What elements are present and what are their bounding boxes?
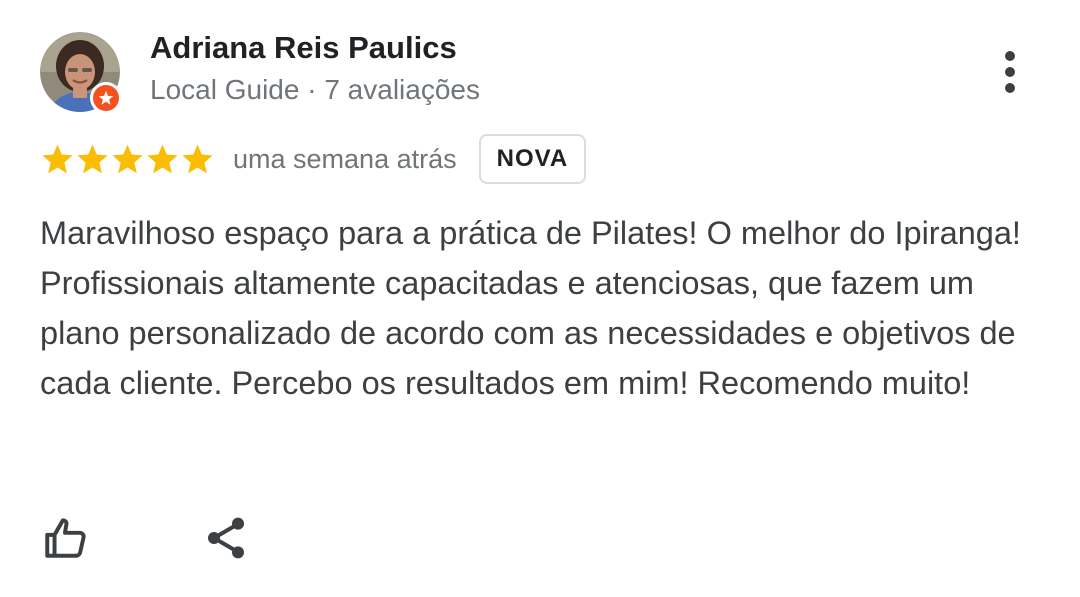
star-icon (77, 144, 108, 173)
star-icon (147, 144, 178, 173)
share-button[interactable] (196, 508, 256, 568)
local-guide-star-icon (93, 85, 119, 111)
review-text: Maravilhoso espaço para a prática de Pil… (40, 215, 1021, 401)
author-meta[interactable]: Local Guide · 7 avaliações (150, 74, 480, 106)
star-icon (42, 144, 73, 173)
more-vertical-icon-dot (1005, 67, 1015, 77)
author-name[interactable]: Adriana Reis Paulics (150, 30, 457, 66)
more-vertical-icon-dot (1005, 51, 1015, 61)
like-button[interactable] (36, 508, 96, 568)
review-card: Adriana Reis Paulics Local Guide · 7 ava… (0, 0, 1080, 597)
star-icon (182, 144, 213, 173)
local-guide-badge (90, 82, 122, 114)
more-options-button[interactable] (986, 44, 1034, 100)
more-vertical-icon-dot (1005, 83, 1015, 93)
avatar[interactable] (40, 32, 122, 114)
thumbs-up-icon (45, 518, 86, 558)
new-badge: NOVA (478, 134, 587, 184)
star-icon (112, 144, 143, 173)
rating-row: uma semana atrás NOVA (40, 132, 587, 186)
share-icon (208, 517, 244, 559)
review-date: uma semana atrás (233, 143, 457, 174)
star-rating (40, 142, 215, 177)
